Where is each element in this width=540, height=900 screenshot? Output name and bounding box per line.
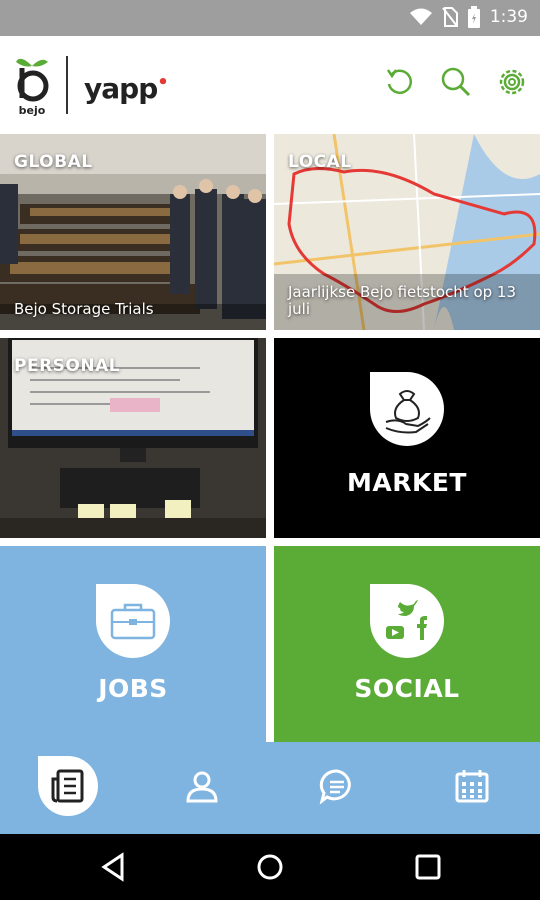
search-icon[interactable] [438,64,474,100]
tile-grid: GLOBAL Bejo Storage Trials LOCAL Jaarlij… [0,134,540,742]
tile-tag: PERSONAL [14,356,121,376]
nav-profile[interactable] [172,756,232,816]
tile-tag: LOCAL [288,152,352,172]
tile-label: SOCIAL [354,674,460,703]
tile-caption: Jaarlijkse Bejo fietstocht op 13 juli [288,283,516,318]
settings-icon[interactable] [494,64,530,100]
sim-off-icon [442,7,458,27]
wifi-icon [409,8,432,25]
tile-jobs[interactable]: JOBS [0,546,266,742]
status-time: 1:39 [489,7,528,27]
tile-social[interactable]: SOCIAL [274,546,540,742]
tile-label: JOBS [98,674,168,703]
tile-local[interactable]: LOCAL Jaarlijkse Bejo fietstocht op 13 j… [274,134,540,330]
nav-calendar[interactable] [442,756,502,816]
news-icon [51,769,84,803]
bejo-logo: bejo [16,58,49,117]
chat-icon [319,769,351,804]
bottom-navigation [0,742,540,834]
battery-icon [467,6,480,28]
nav-news[interactable] [38,756,98,816]
status-bar: 1:39 [0,0,540,36]
logo-divider [66,56,68,114]
nav-chat[interactable] [307,756,367,816]
social-media-icon [370,584,444,658]
briefcase-icon [96,584,170,658]
profile-icon [186,771,218,803]
tile-caption: Bejo Storage Trials [14,300,154,318]
calendar-icon [455,770,489,803]
tile-tag: GLOBAL [14,152,93,172]
back-icon[interactable] [98,852,128,882]
refresh-icon[interactable] [382,64,418,100]
tile-personal[interactable]: PERSONAL [0,338,266,538]
tile-global[interactable]: GLOBAL Bejo Storage Trials [0,134,266,330]
recents-icon[interactable] [413,852,443,882]
svg-text:bejo: bejo [19,104,46,117]
money-bag-hand-icon [370,372,444,446]
tile-market[interactable]: MARKET [274,338,540,538]
app-header: bejo yapp• [0,36,540,134]
home-icon[interactable] [255,852,285,882]
yapp-logo: yapp• [84,72,169,105]
tile-label: MARKET [347,468,467,497]
system-navigation-bar [0,834,540,900]
